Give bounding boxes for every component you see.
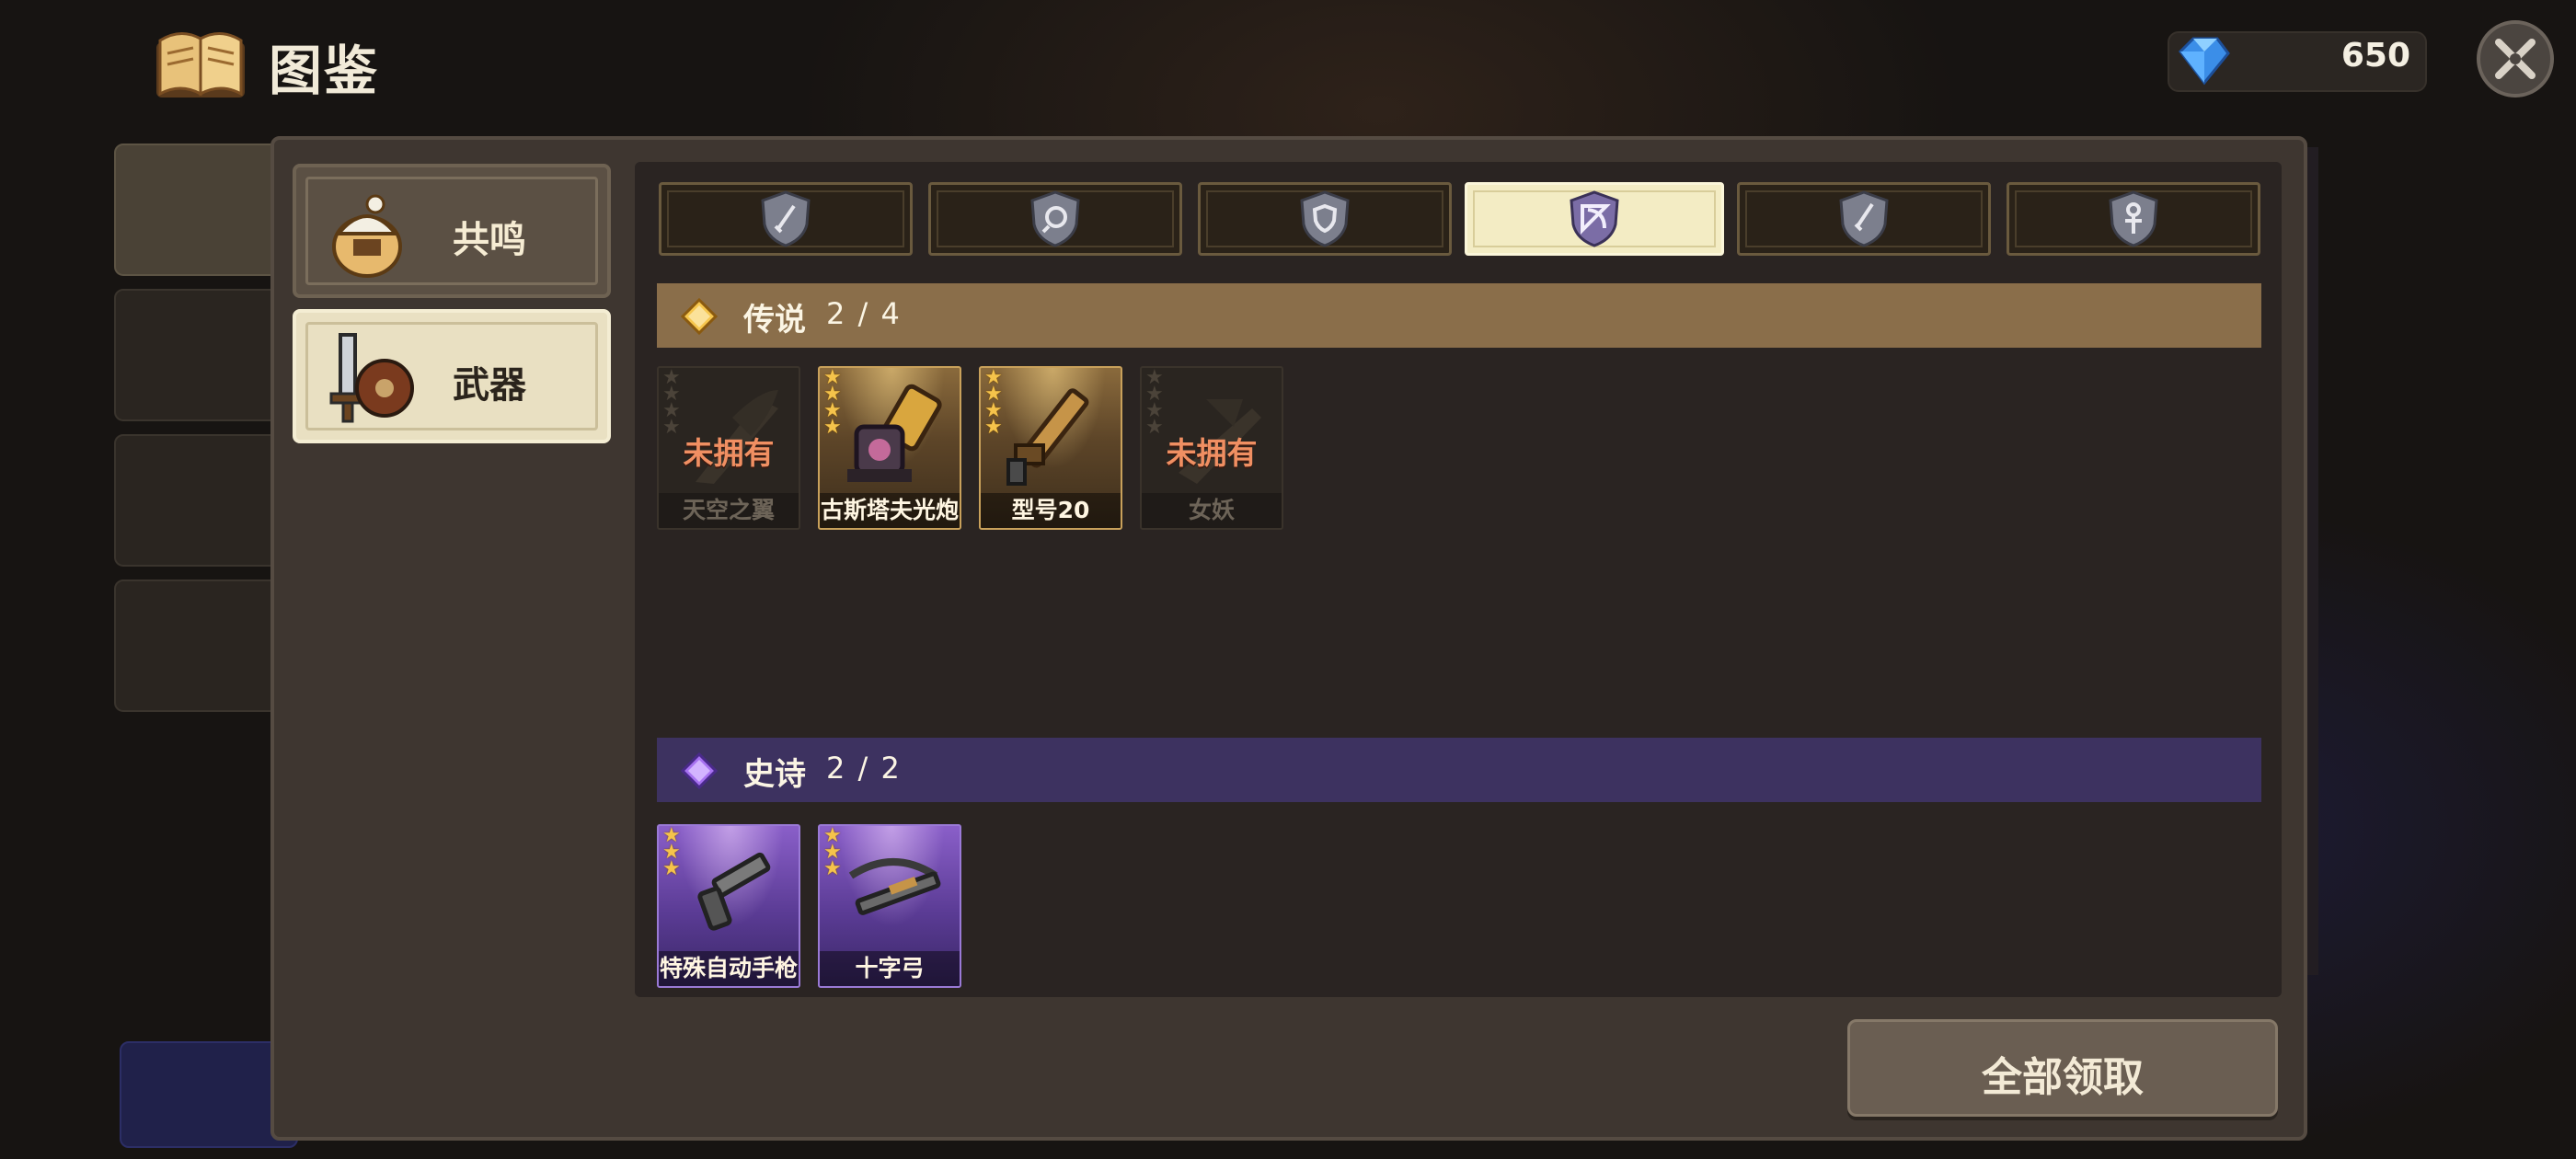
- tab-dagger[interactable]: [1737, 182, 1991, 256]
- sidebar-item-label: 武器: [453, 364, 526, 407]
- weapon-name: 女妖: [1142, 493, 1282, 528]
- orb-shield-badge-icon: [1030, 190, 1080, 247]
- model-20-icon: [1006, 388, 1089, 486]
- weapon-name: 天空之翼: [659, 493, 799, 528]
- tab-orb[interactable]: [928, 182, 1182, 256]
- weapon-card[interactable]: ★ ★ ★ 十字弓: [818, 824, 961, 988]
- gustav-cannon-icon: [847, 384, 942, 482]
- section-title: 史诗: [743, 756, 806, 793]
- section-header-epic: 史诗 2 / 2: [657, 738, 2261, 802]
- helmet-resonance-icon: [332, 194, 402, 278]
- sidebar-item-weapons[interactable]: 武器: [293, 309, 611, 443]
- sword-shield-badge-icon: [761, 190, 811, 247]
- section-count: 2 / 2: [826, 751, 902, 786]
- crossbow-icon: [848, 858, 941, 915]
- purple-diamond-icon: [681, 752, 718, 789]
- blue-gem-icon: [2179, 37, 2230, 86]
- close-x-icon: [2495, 39, 2536, 79]
- weapon-card-locked[interactable]: ★ ★ ★ ★ 未拥有 天空之翼: [657, 366, 800, 530]
- dagger-shield-badge-icon: [1839, 190, 1889, 247]
- bg-nav-item: [114, 289, 283, 421]
- sword-shield-icon: [329, 333, 414, 423]
- weapon-name: 特殊自动手枪: [659, 951, 799, 986]
- page-title: 图鉴: [269, 40, 380, 102]
- gold-diamond-icon: [681, 298, 718, 335]
- tab-bow[interactable]: [1465, 182, 1724, 256]
- book-icon: [156, 32, 245, 98]
- section-count: 2 / 4: [826, 296, 902, 331]
- sidebar-item-resonance[interactable]: 共鸣: [293, 164, 611, 298]
- section-title: 传说: [743, 302, 806, 339]
- shield-shield-badge-icon: [1300, 190, 1350, 247]
- not-owned-label: 未拥有: [1166, 435, 1258, 471]
- sidebar-item-label: 共鸣: [453, 219, 526, 261]
- close-button[interactable]: [2477, 20, 2554, 98]
- weapon-name: 型号20: [981, 493, 1121, 528]
- weapon-name: 十字弓: [820, 951, 960, 986]
- bg-nav-item: [114, 580, 283, 712]
- tab-shield[interactable]: [1198, 182, 1452, 256]
- tab-sword[interactable]: [659, 182, 913, 256]
- section-header-legendary: 传说 2 / 4: [657, 283, 2261, 348]
- bow-shield-badge-icon: [1570, 190, 1619, 247]
- claim-all-label: 全部领取: [1982, 1054, 2144, 1101]
- weapon-card-locked[interactable]: ★ ★ ★ ★ 未拥有 女妖: [1140, 366, 1283, 530]
- weapon-card[interactable]: ★ ★ ★ ★ 古斯塔夫光炮: [818, 366, 961, 530]
- weapon-card[interactable]: ★ ★ ★ 特殊自动手枪: [657, 824, 800, 988]
- weapon-name: 古斯塔夫光炮: [820, 493, 960, 528]
- tab-staff[interactable]: [2007, 182, 2260, 256]
- bg-nav-item: [114, 434, 283, 567]
- staff-shield-badge-icon: [2109, 190, 2158, 247]
- weapon-card[interactable]: ★ ★ ★ ★ 型号20: [979, 366, 1122, 530]
- auto-pistol-icon: [697, 852, 771, 931]
- gem-count: 650: [2340, 37, 2410, 75]
- bg-nav-item: [114, 143, 283, 276]
- claim-all-button[interactable]: 全部领取: [1847, 1019, 2278, 1117]
- not-owned-label: 未拥有: [683, 435, 775, 471]
